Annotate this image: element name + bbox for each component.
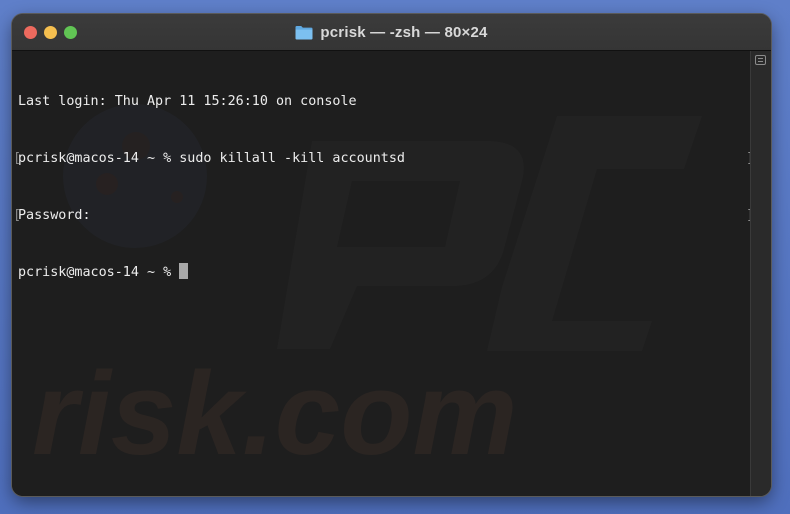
terminal-prompt-line: pcrisk@macos-14 ~ % [18, 263, 751, 282]
terminal-line: Last login: Thu Apr 11 15:26:10 on conso… [18, 94, 357, 109]
vertical-scrollbar[interactable] [750, 51, 771, 496]
text-cursor [179, 263, 189, 279]
window-title: pcrisk — -zsh — 80×24 [320, 23, 488, 41]
terminal-output[interactable]: risk.com Last login: Thu Apr 11 15:26:10… [12, 51, 751, 496]
line-mark-open: [ [13, 208, 22, 223]
terminal-line: [pcrisk@macos-14 ~ % sudo killall -kill … [13, 149, 751, 168]
terminal-lines: Last login: Thu Apr 11 15:26:10 on conso… [13, 54, 751, 320]
svg-text:risk.com: risk.com [32, 348, 517, 480]
folder-icon [295, 25, 313, 39]
terminal-window: pcrisk — -zsh — 80×24 risk.com Last logi… [12, 14, 771, 496]
title-bar[interactable]: pcrisk — -zsh — 80×24 [12, 14, 771, 51]
terminal-line: [Password:] [13, 206, 751, 225]
line-mark-open: [ [13, 151, 22, 166]
window-title-group: pcrisk — -zsh — 80×24 [12, 14, 771, 50]
scrollbar-lines-icon[interactable] [755, 55, 766, 65]
